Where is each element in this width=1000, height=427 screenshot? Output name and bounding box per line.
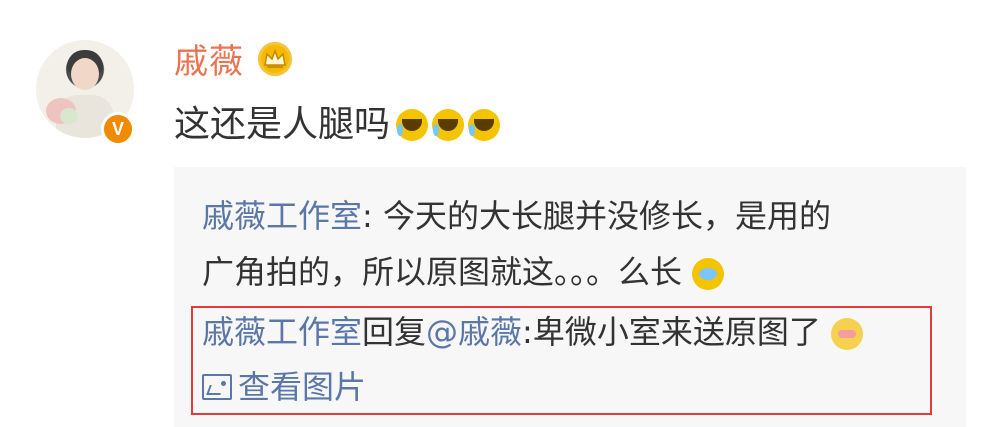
reply-line-1-text: : 今天的大长腿并没修长，是用的 (362, 197, 831, 235)
avatar-flower-2 (60, 108, 78, 124)
main-comment: 这还是人腿吗 (174, 103, 501, 147)
emoji-row (396, 109, 501, 141)
avatar-face (71, 58, 99, 90)
username-link[interactable]: 戚薇 (174, 42, 244, 82)
crying-face-emoji (692, 258, 725, 290)
crown-icon (258, 42, 292, 76)
laughing-tears-emoji-1 (396, 109, 429, 141)
laughing-tears-emoji-2 (432, 109, 465, 141)
highlight-box (191, 306, 932, 415)
user-avatar[interactable]: V (36, 40, 135, 146)
reply-line-2-text: 广角拍的，所以原图就这。。。么长 (202, 253, 683, 291)
studio-author-link[interactable]: 戚薇工作室 (202, 197, 362, 235)
reply-line-2: 广角拍的，所以原图就这。。。么长 (202, 251, 725, 293)
comment-text: 这还是人腿吗 (174, 104, 391, 145)
verified-badge-icon: V (101, 112, 135, 146)
laughing-tears-emoji-3 (468, 109, 501, 141)
reply-line-1: 戚薇工作室: 今天的大长腿并没修长，是用的 (202, 195, 831, 237)
